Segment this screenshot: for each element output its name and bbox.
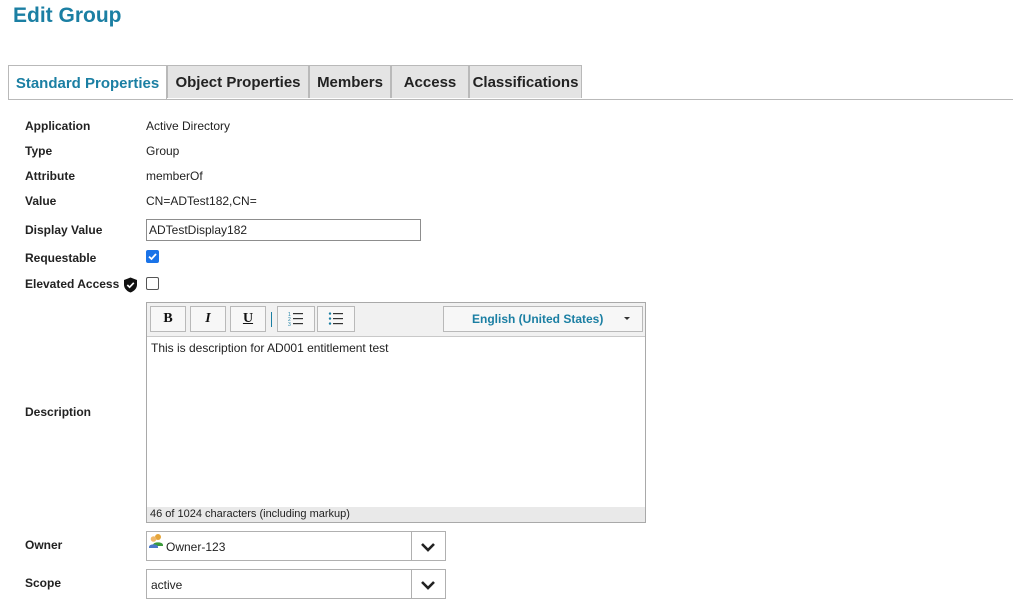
owner-value: Owner-123 [166, 540, 226, 554]
character-count: 46 of 1024 characters (including markup) [147, 507, 645, 522]
description-text-area[interactable]: This is description for AD001 entitlemen… [151, 341, 641, 501]
requestable-checkbox[interactable] [146, 250, 159, 263]
tab-members[interactable]: Members [309, 65, 391, 98]
bullet-list-button[interactable] [317, 306, 355, 332]
ordered-list-button[interactable]: 1 2 3 [277, 306, 315, 332]
shield-check-icon [124, 277, 137, 293]
owner-label: Owner [25, 538, 63, 552]
language-dropdown[interactable]: English (United States) [443, 306, 643, 332]
scope-select-divider [411, 570, 412, 598]
display-value-label: Display Value [25, 223, 103, 237]
type-value: Group [146, 144, 180, 158]
display-value-input[interactable] [146, 219, 421, 241]
value-label: Value [25, 194, 57, 208]
tab-divider [8, 99, 1013, 100]
bold-button[interactable]: B [150, 306, 186, 332]
scope-value: active [151, 578, 183, 592]
editor-toolbar: B I U 1 2 3 English (United States) [147, 303, 645, 337]
identity-users-icon [149, 534, 163, 548]
check-icon [148, 253, 157, 261]
bullet-list-icon [328, 312, 343, 325]
tab-classifications[interactable]: Classifications [469, 65, 582, 98]
toolbar-separator [271, 312, 272, 327]
application-label: Application [25, 119, 91, 133]
description-label: Description [25, 405, 92, 419]
owner-select-divider [411, 532, 412, 560]
ordered-list-icon: 1 2 3 [288, 312, 303, 327]
tab-object-properties[interactable]: Object Properties [167, 65, 309, 98]
elevated-access-checkbox[interactable] [146, 277, 159, 290]
attribute-value: memberOf [146, 169, 203, 183]
requestable-label: Requestable [25, 251, 97, 265]
value-value: CN=ADTest182,CN= [146, 194, 257, 208]
caret-down-icon [624, 317, 630, 320]
chevron-down-icon[interactable] [419, 579, 437, 591]
scope-select[interactable]: active [146, 569, 446, 599]
elevated-access-label: Elevated Access [25, 277, 120, 291]
application-value: Active Directory [146, 119, 231, 133]
owner-select[interactable]: Owner-123 [146, 531, 446, 561]
language-label: English (United States) [472, 312, 604, 326]
attribute-label: Attribute [25, 169, 75, 183]
italic-button[interactable]: I [190, 306, 226, 332]
page-title: Edit Group [13, 4, 122, 27]
chevron-down-icon[interactable] [419, 541, 437, 553]
description-editor: B I U 1 2 3 English (United States) This… [146, 302, 646, 523]
underline-button[interactable]: U [230, 306, 266, 332]
tab-access[interactable]: Access [391, 65, 469, 98]
type-label: Type [25, 144, 53, 158]
svg-text:3: 3 [288, 322, 291, 327]
tab-standard-properties[interactable]: Standard Properties [8, 65, 167, 100]
scope-label: Scope [25, 576, 62, 590]
